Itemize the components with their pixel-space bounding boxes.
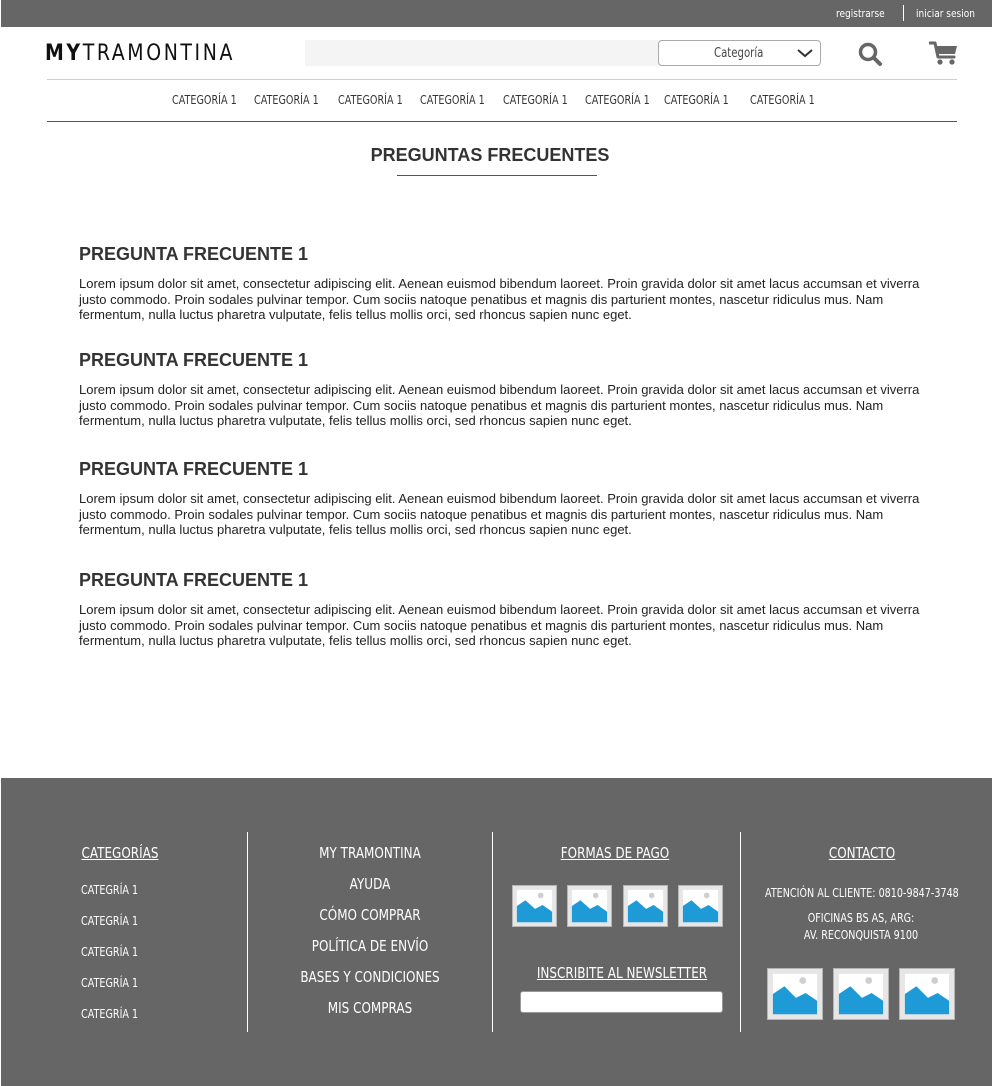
faq-answer: Lorem ipsum dolor sit amet, consectetur … <box>79 382 920 428</box>
faq-question: PREGUNTA FRECUENTE 1 <box>79 459 309 479</box>
footer-payment-heading: FORMAS DE PAGO <box>560 844 670 862</box>
footer-link-shipping-policy[interactable]: POLÍTICA DE ENVÍO <box>290 937 450 955</box>
social-image[interactable] <box>899 968 955 1020</box>
faq-answer: Lorem ipsum dolor sit amet, consectetur … <box>79 276 920 322</box>
nav-item[interactable]: CATEGORÍA 1 <box>503 93 568 107</box>
faq-question: PREGUNTA FRECUENTE 1 <box>79 570 309 590</box>
footer-divider <box>492 832 493 1032</box>
faq-answer: Lorem ipsum dolor sit amet, consectetur … <box>79 491 920 537</box>
office-address: AV. RECONQUISTA 9100 <box>803 928 919 942</box>
chevron-down-icon <box>797 49 813 58</box>
customer-service-phone: ATENCIÓN AL CLIENTE: 0810-9847-3748 <box>765 886 959 900</box>
nav-item[interactable]: CATEGORÍA 1 <box>420 93 485 107</box>
footer-category-link[interactable]: CATEGRÍA 1 <box>81 914 138 928</box>
footer-category-link[interactable]: CATEGRÍA 1 <box>81 945 138 959</box>
nav-item[interactable]: CATEGORÍA 1 <box>338 93 403 107</box>
image-placeholder-icon <box>627 889 664 923</box>
logo[interactable]: MYTRAMONTINA <box>45 41 235 66</box>
office-location: OFICINAS BS AS, ARG: <box>807 911 915 925</box>
footer-divider <box>247 832 248 1032</box>
newsletter-email-input[interactable] <box>520 991 723 1013</box>
footer-category-link[interactable]: CATEGRÍA 1 <box>81 1007 138 1021</box>
faq-answer: Lorem ipsum dolor sit amet, consectetur … <box>79 602 920 648</box>
payment-method-image <box>678 885 723 927</box>
title-underline <box>397 175 597 176</box>
login-link[interactable]: iniciar sesion <box>916 7 975 20</box>
footer-link-how-to-buy[interactable]: CÓMO COMPRAR <box>290 906 450 924</box>
footer-divider <box>740 832 741 1032</box>
footer-category-link[interactable]: CATEGRÍA 1 <box>81 883 138 897</box>
footer-link-help[interactable]: AYUDA <box>290 875 450 893</box>
nav-divider <box>47 121 957 122</box>
faq-question: PREGUNTA FRECUENTE 1 <box>79 350 309 370</box>
footer-link-terms[interactable]: BASES Y CONDICIONES <box>290 968 450 986</box>
nav-item[interactable]: CATEGORÍA 1 <box>664 93 729 107</box>
page-title: PREGUNTAS FRECUENTES <box>370 145 610 165</box>
nav-item[interactable]: CATEGORÍA 1 <box>254 93 319 107</box>
social-image[interactable] <box>767 968 823 1020</box>
header-divider <box>47 79 957 80</box>
nav-item[interactable]: CATEGORÍA 1 <box>750 93 815 107</box>
faq-question: PREGUNTA FRECUENTE 1 <box>79 244 309 264</box>
category-select-value: Categoría <box>714 46 764 61</box>
image-placeholder-icon <box>516 889 553 923</box>
payment-method-image <box>567 885 612 927</box>
image-placeholder-icon <box>682 889 719 923</box>
cart-icon[interactable] <box>929 40 959 66</box>
footer-newsletter-heading: INSCRIBITE AL NEWSLETTER <box>536 964 708 982</box>
social-image[interactable] <box>833 968 889 1020</box>
logo-my: MY <box>45 41 83 66</box>
search-input[interactable] <box>305 40 665 66</box>
payment-method-image <box>512 885 557 927</box>
nav-item[interactable]: CATEGORÍA 1 <box>172 93 237 107</box>
footer-link-my-purchases[interactable]: MIS COMPRAS <box>290 999 450 1017</box>
nav-item[interactable]: CATEGORÍA 1 <box>585 93 650 107</box>
footer-categories-heading: CATEGORÍAS <box>81 844 159 862</box>
topbar-divider <box>903 5 904 21</box>
logo-brand: TRAMONTINA <box>82 41 235 66</box>
category-select[interactable]: Categoría <box>658 40 821 66</box>
image-placeholder-icon <box>838 973 884 1015</box>
register-link[interactable]: registrarse <box>836 7 885 20</box>
search-icon[interactable] <box>857 41 883 67</box>
image-placeholder-icon <box>904 973 950 1015</box>
footer-category-link[interactable]: CATEGRÍA 1 <box>81 976 138 990</box>
payment-method-image <box>623 885 668 927</box>
image-placeholder-icon <box>571 889 608 923</box>
footer-contact-heading: CONTACTO <box>828 844 896 862</box>
image-placeholder-icon <box>772 973 818 1015</box>
footer-link-my-tramontina[interactable]: MY TRAMONTINA <box>290 844 450 862</box>
